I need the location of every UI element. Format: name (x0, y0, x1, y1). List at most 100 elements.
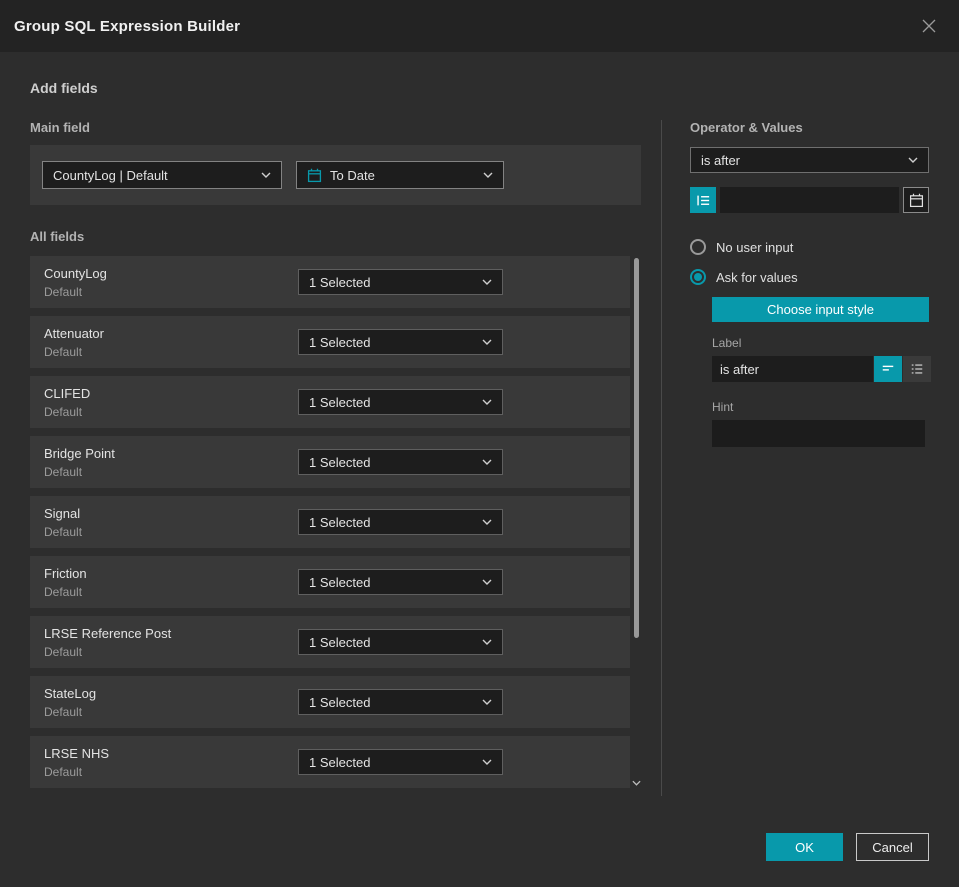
chevron-down-icon (482, 339, 492, 345)
calendar-icon (307, 168, 322, 183)
main-field-dropdown[interactable]: CountyLog | Default (42, 161, 282, 189)
chevron-down-icon (482, 699, 492, 705)
chevron-down-icon (482, 399, 492, 405)
label-input[interactable] (712, 356, 873, 382)
chevron-down-icon (482, 759, 492, 765)
date-value-input[interactable] (720, 187, 899, 213)
radio-ask-for-values[interactable]: Ask for values (690, 269, 929, 285)
chevron-down-icon (482, 519, 492, 525)
field-name: LRSE NHS (44, 745, 110, 761)
field-selection-value: 1 Selected (309, 754, 371, 770)
close-button[interactable] (917, 14, 941, 38)
list-lines-icon (696, 193, 711, 208)
field-text: Bridge Point Default (44, 446, 298, 479)
value-input-row (690, 187, 929, 213)
field-selection-dropdown[interactable]: 1 Selected (298, 389, 503, 415)
field-text: Attenuator Default (44, 326, 298, 359)
calendar-icon (909, 193, 924, 208)
vertical-divider (661, 120, 662, 796)
field-row: Bridge Point Default 1 Selected (30, 436, 630, 488)
field-subtitle: Default (44, 584, 83, 599)
group-sql-expression-builder-dialog: Group SQL Expression Builder Add fields … (0, 0, 959, 887)
field-row: Attenuator Default 1 Selected (30, 316, 630, 368)
field-name: CLIFED (44, 385, 91, 401)
field-text: StateLog Default (44, 686, 298, 719)
hint-input[interactable] (712, 420, 925, 447)
dialog-footer: OK Cancel (766, 833, 929, 861)
field-selection-value: 1 Selected (309, 634, 371, 650)
operator-values-heading: Operator & Values (690, 120, 803, 135)
field-subtitle: Default (44, 284, 83, 299)
scrollbar-thumb[interactable] (634, 258, 639, 638)
field-name: Bridge Point (44, 445, 115, 461)
main-field-dropdown-value: CountyLog | Default (53, 167, 168, 183)
chevron-down-icon (482, 639, 492, 645)
operator-values-column: Operator & Values is after No user input… (690, 120, 931, 796)
field-selection-dropdown[interactable]: 1 Selected (298, 629, 503, 655)
chevron-down-icon (483, 172, 493, 178)
set-value-from-data-button[interactable] (690, 187, 716, 213)
field-selection-dropdown[interactable]: 1 Selected (298, 269, 503, 295)
field-text: LRSE Reference Post Default (44, 626, 298, 659)
field-selection-dropdown[interactable]: 1 Selected (298, 569, 503, 595)
label-input-row (712, 356, 931, 382)
field-subtitle: Default (44, 344, 83, 359)
field-selection-value: 1 Selected (309, 574, 371, 590)
ask-for-values-options: Choose input style Label is after Hint (712, 297, 931, 447)
field-selection-dropdown[interactable]: 1 Selected (298, 449, 503, 475)
radio-circle-icon (690, 239, 706, 255)
radio-ask-for-values-label: Ask for values (716, 269, 798, 285)
list-style-button[interactable] (903, 356, 931, 382)
field-selection-value: 1 Selected (309, 694, 371, 710)
dialog-content: Main field CountyLog | Default To Date A… (30, 120, 931, 796)
field-row: LRSE NHS Default 1 Selected (30, 736, 630, 788)
align-lines-icon (881, 362, 895, 376)
main-date-dropdown[interactable]: To Date (296, 161, 504, 189)
field-selection-value: 1 Selected (309, 394, 371, 410)
field-row: LRSE Reference Post Default 1 Selected (30, 616, 630, 668)
field-name: Signal (44, 505, 81, 521)
fields-column: Main field CountyLog | Default To Date A… (30, 120, 641, 796)
field-name: StateLog (44, 685, 97, 701)
operator-dropdown[interactable]: is after (690, 147, 929, 173)
scrollbar-down-arrow[interactable] (631, 778, 641, 788)
field-selection-dropdown[interactable]: 1 Selected (298, 509, 503, 535)
main-date-dropdown-value: To Date (330, 167, 375, 183)
dialog-title: Group SQL Expression Builder (14, 17, 241, 35)
field-selection-value: 1 Selected (309, 514, 371, 530)
radio-circle-selected-icon (690, 269, 706, 285)
radio-no-user-input[interactable]: No user input (690, 239, 929, 255)
single-line-style-button[interactable] (874, 356, 902, 382)
dialog-body: Add fields Main field CountyLog | Defaul… (0, 80, 959, 796)
all-fields-label: All fields (30, 229, 85, 244)
field-selection-dropdown[interactable]: 1 Selected (298, 689, 503, 715)
ok-button[interactable]: OK (766, 833, 843, 861)
cancel-button[interactable]: Cancel (856, 833, 929, 861)
field-selection-dropdown[interactable]: 1 Selected (298, 329, 503, 355)
field-subtitle: Default (44, 404, 83, 419)
field-selection-value: 1 Selected (309, 274, 371, 290)
field-row: Signal Default 1 Selected (30, 496, 630, 548)
field-subtitle: Default (44, 764, 83, 779)
field-selection-value: 1 Selected (309, 454, 371, 470)
chevron-down-icon (482, 459, 492, 465)
field-text: Friction Default (44, 566, 298, 599)
field-text: CLIFED Default (44, 386, 298, 419)
field-row: Friction Default 1 Selected (30, 556, 630, 608)
field-text: Signal Default (44, 506, 298, 539)
chevron-down-icon (482, 279, 492, 285)
field-text: LRSE NHS Default (44, 746, 298, 779)
field-selection-dropdown[interactable]: 1 Selected (298, 749, 503, 775)
label-field-label: Label (712, 336, 742, 350)
field-subtitle: Default (44, 464, 83, 479)
choose-input-style-button[interactable]: Choose input style (712, 297, 929, 322)
field-name: CountyLog (44, 265, 107, 281)
field-row: CLIFED Default 1 Selected (30, 376, 630, 428)
chevron-down-icon (261, 172, 271, 178)
date-picker-button[interactable] (903, 187, 929, 213)
chevron-down-icon (482, 579, 492, 585)
field-name: LRSE Reference Post (44, 625, 172, 641)
field-selection-value: 1 Selected (309, 334, 371, 350)
dialog-header: Group SQL Expression Builder (0, 0, 959, 52)
radio-no-user-input-label: No user input (716, 239, 794, 255)
